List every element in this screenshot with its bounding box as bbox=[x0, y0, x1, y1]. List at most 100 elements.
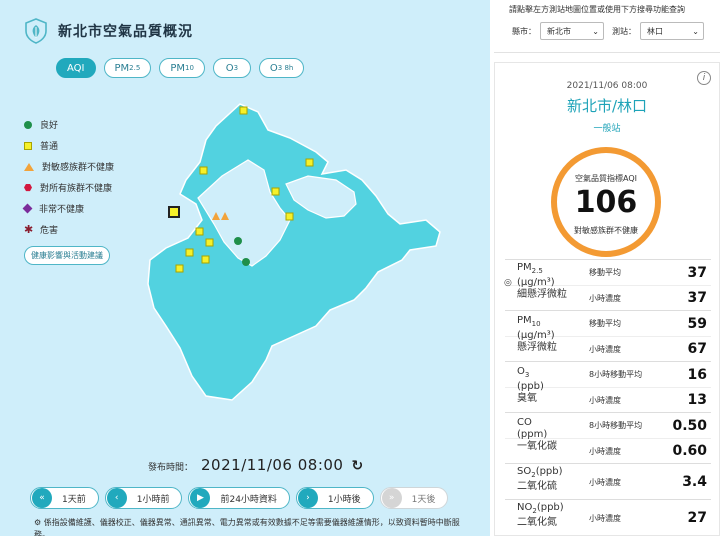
pollutant-no2: NO2(ppb) 二氧化氮 小時濃度 27 bbox=[505, 499, 711, 535]
new-taipei-map[interactable] bbox=[140, 100, 460, 410]
search-hint: 請點擊左方測站地圖位置或使用下方搜尋功能查詢 bbox=[509, 5, 685, 14]
chevron-down-icon: ⌄ bbox=[592, 26, 599, 36]
pollutant-name: O3 (ppb) 臭氧 bbox=[517, 366, 544, 405]
legend-label: 普通 bbox=[40, 142, 59, 152]
pollutant-unit: (ppb) bbox=[536, 502, 564, 513]
pollutant-pm25: ◎ PM2.5 (μg/m³) 細懸浮微粒 移動平均 37 小時濃度 37 bbox=[504, 259, 711, 310]
station-marker-moderate[interactable] bbox=[195, 227, 204, 236]
publish-time-row: 發布時間： 2021/11/06 08:00 ↻ bbox=[148, 456, 363, 474]
play-24h-button[interactable]: ▶ 前24小時資料 bbox=[188, 487, 290, 509]
pollutant-pm10: PM10 (μg/m³) 懸浮微粒 移動平均 59 小時濃度 67 bbox=[505, 310, 711, 361]
pollutant-symbol: SO bbox=[517, 466, 532, 477]
pollutant-sub: 2.5 bbox=[531, 267, 543, 275]
row-value: 37 bbox=[687, 290, 707, 306]
tab-o3[interactable]: O3 bbox=[212, 58, 251, 78]
pollutant-cname: 一氧化碳 bbox=[517, 441, 557, 452]
chevron-left-icon: ‹ bbox=[106, 488, 127, 508]
chevron-right-icon: › bbox=[297, 488, 318, 508]
station-card: i 2021/11/06 08:00 新北市/林口 一般站 空氣品質指標AQI … bbox=[494, 62, 720, 536]
tab-aqi[interactable]: AQI bbox=[56, 58, 96, 78]
pollutant-cname: 二氧化氮 bbox=[517, 517, 557, 528]
station-side-panel: 請點擊左方測站地圖位置或使用下方搜尋功能查詢 縣市： 新北市 ⌄ 測站： 林口 ⌄ … bbox=[490, 0, 720, 536]
station-marker-moderate[interactable] bbox=[201, 255, 210, 264]
day-after-button[interactable]: » 1天後 bbox=[379, 487, 449, 509]
station-marker-moderate[interactable] bbox=[239, 106, 248, 115]
pollutant-cname: 臭氧 bbox=[517, 393, 537, 404]
map-panel: 新北市空氣品質概況 AQI PM 2.5 PM 10 O3 O3 8h 良好 普通 … bbox=[0, 0, 490, 536]
diamond-marker-icon bbox=[22, 203, 33, 214]
aqi-value: 106 bbox=[574, 185, 638, 220]
row-label: 小時濃度 bbox=[589, 293, 621, 303]
tab-sub: 10 bbox=[184, 64, 194, 72]
station-marker-moderate[interactable] bbox=[175, 264, 184, 273]
hour-after-button[interactable]: › 1小時後 bbox=[295, 487, 374, 509]
tab-label: AQI bbox=[67, 62, 85, 74]
row-label: 小時濃度 bbox=[589, 477, 621, 487]
health-advice-button[interactable]: 健康影響與活動建議 bbox=[24, 246, 110, 265]
tab-pm10[interactable]: PM 10 bbox=[159, 58, 205, 78]
pollutant-cname: 細懸浮微粒 bbox=[517, 289, 567, 300]
station-marker-good[interactable] bbox=[234, 237, 242, 245]
button-label: 1小時前 bbox=[136, 494, 170, 505]
row-label: 移動平均 bbox=[589, 319, 621, 328]
station-label: 測站： bbox=[612, 26, 636, 36]
square-marker-icon bbox=[24, 141, 32, 150]
pollutant-name: SO2(ppb) 二氧化硫 bbox=[517, 466, 563, 493]
selected-station-marker[interactable] bbox=[168, 206, 180, 218]
aqi-label: 空氣品質指標AQI bbox=[575, 174, 637, 183]
pollutant-symbol: O bbox=[517, 366, 525, 377]
legend-item-very-unhealthy: 非常不健康 bbox=[22, 198, 114, 219]
pollutant-unit: (μg/m³) bbox=[517, 330, 555, 341]
search-card: 請點擊左方測站地圖位置或使用下方搜尋功能查詢 縣市： 新北市 ⌄ 測站： 林口 ⌄ bbox=[494, 0, 720, 53]
row-label: 8小時移動平均 bbox=[589, 421, 643, 430]
tab-pm25[interactable]: PM 2.5 bbox=[103, 58, 152, 78]
hour-before-button[interactable]: ‹ 1小時前 bbox=[104, 487, 183, 509]
refresh-icon[interactable]: ↻ bbox=[351, 458, 363, 474]
tab-sub: 2.5 bbox=[129, 64, 141, 72]
header: 新北市空氣品質概況 bbox=[24, 18, 193, 44]
station-marker-moderate[interactable] bbox=[271, 187, 280, 196]
legend-label: 非常不健康 bbox=[39, 205, 85, 215]
tab-sub: 3 bbox=[233, 64, 239, 72]
row-value: 67 bbox=[687, 341, 707, 357]
pollutant-symbol: NO bbox=[517, 502, 533, 513]
legend-label: 對敏感族群不健康 bbox=[42, 163, 115, 173]
pollutant-symbol: CO bbox=[517, 417, 532, 428]
tab-o3-8h[interactable]: O3 8h bbox=[258, 58, 305, 78]
tab-label: O bbox=[269, 62, 278, 74]
row-value: 59 bbox=[687, 315, 707, 332]
tab-sub: 3 8h bbox=[277, 64, 294, 72]
station-selector: 測站： 林口 ⌄ bbox=[612, 22, 704, 40]
pollutant-tabs: AQI PM 2.5 PM 10 O3 O3 8h bbox=[56, 58, 305, 78]
maintenance-note: ⚙ 係指設備維護、儀器校正、儀器異常、通訊異常、電力異常或有效數據不足等需要儀器… bbox=[34, 517, 464, 536]
tab-label: O bbox=[225, 62, 234, 74]
target-icon[interactable]: ◎ bbox=[504, 278, 512, 288]
county-select[interactable]: 新北市 ⌄ bbox=[540, 22, 604, 40]
station-marker-moderate[interactable] bbox=[185, 248, 194, 257]
pollutant-name: CO (ppm) 一氧化碳 bbox=[517, 417, 557, 453]
legend-item-unhealthy: 對所有族群不健康 bbox=[24, 177, 114, 198]
row-value: 37 bbox=[687, 264, 707, 281]
pollutant-cname: 二氧化硫 bbox=[517, 481, 557, 492]
station-select[interactable]: 林口 ⌄ bbox=[640, 22, 704, 40]
pollutant-unit: (ppb) bbox=[517, 381, 544, 392]
station-marker-moderate[interactable] bbox=[199, 166, 208, 175]
station-time: 2021/11/06 08:00 bbox=[566, 81, 648, 91]
double-chevron-left-icon: « bbox=[32, 488, 52, 508]
legend-label: 危害 bbox=[40, 226, 59, 236]
page-title: 新北市空氣品質概況 bbox=[58, 24, 193, 40]
pollutant-name: PM2.5 (μg/m³) 細懸浮微粒 bbox=[517, 262, 567, 301]
legend-label: 良好 bbox=[40, 121, 59, 131]
row-value: 27 bbox=[687, 510, 707, 526]
timeline-controls: « 1天前 ‹ 1小時前 ▶ 前24小時資料 › 1小時後 » 1天後 bbox=[30, 487, 449, 509]
legend-label: 對所有族群不健康 bbox=[40, 184, 113, 194]
day-before-button[interactable]: « 1天前 bbox=[30, 487, 99, 509]
button-label: 前24小時資料 bbox=[220, 494, 277, 505]
station-marker-moderate[interactable] bbox=[285, 212, 294, 221]
pollutant-sub: 3 bbox=[524, 371, 530, 379]
station-marker-moderate[interactable] bbox=[305, 158, 314, 167]
map-legend: 良好 普通 對敏感族群不健康 對所有族群不健康 非常不健康 ✱ 危害 健康影響與活… bbox=[22, 114, 115, 265]
row-label: 8小時移動平均 bbox=[589, 370, 643, 379]
station-marker-good[interactable] bbox=[242, 258, 250, 266]
station-marker-moderate[interactable] bbox=[205, 238, 214, 247]
